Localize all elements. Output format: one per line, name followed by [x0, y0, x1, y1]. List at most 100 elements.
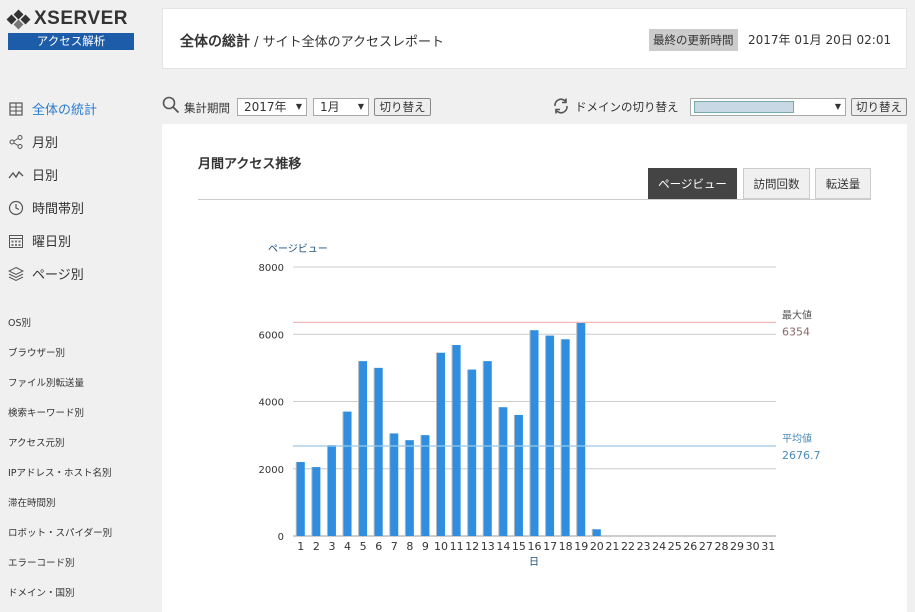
search-icon	[162, 96, 180, 114]
logo-brand: XSERVER	[34, 8, 128, 29]
sidebar-item-label: 日別	[32, 169, 59, 184]
bar	[561, 339, 570, 536]
sidebar-sub-item-7[interactable]: ロボット・スパイダー別	[8, 519, 158, 549]
line-chart-icon	[8, 167, 24, 183]
x-tick-label: 11	[450, 540, 464, 553]
last-updated-label: 最終の更新時間	[649, 29, 738, 51]
sidebar-item-label: 時間帯別	[32, 202, 85, 217]
period-switch-button[interactable]: 切り替え	[374, 98, 431, 116]
bar	[468, 369, 477, 536]
sidebar-item-label: 曜日別	[32, 235, 72, 250]
sidebar-sub-item-1[interactable]: ブラウザー別	[8, 339, 158, 369]
bar	[546, 335, 555, 536]
clock-icon	[8, 200, 24, 216]
page-header: 全体の総計 / サイト全体のアクセスレポート 最終の更新時間 2017年 01月…	[162, 8, 907, 69]
bar	[514, 414, 523, 536]
bar	[530, 330, 539, 536]
x-tick-label: 5	[360, 540, 367, 553]
y-tick-label: 4000	[259, 398, 284, 409]
bar	[343, 411, 352, 536]
y-tick-label: 6000	[259, 330, 284, 341]
share-icon	[8, 134, 24, 150]
bar	[437, 352, 446, 536]
reference-line-label: 最大値	[782, 308, 812, 321]
logo[interactable]: XSERVER アクセス解析	[6, 8, 134, 50]
x-tick-label: 6	[375, 540, 382, 553]
x-tick-label: 27	[699, 540, 713, 553]
x-tick-label: 29	[730, 540, 744, 553]
x-tick-label: 7	[391, 540, 398, 553]
bar	[312, 467, 321, 536]
x-tick-label: 3	[328, 540, 335, 553]
sidebar-item-2[interactable]: 日別	[8, 158, 158, 191]
sidebar-sub-item-9[interactable]: ドメイン・国別	[8, 579, 158, 609]
building-icon	[8, 101, 24, 117]
layers-icon	[8, 266, 24, 282]
domain-select[interactable]: ▼	[690, 98, 846, 116]
page-subtitle: / サイト全体のアクセスレポート	[254, 35, 445, 50]
sidebar-sub-item-0[interactable]: OS別	[8, 309, 158, 339]
sidebar-sub-item-4[interactable]: アクセス元別	[8, 429, 158, 459]
sidebar-item-0[interactable]: 全体の統計	[8, 92, 158, 125]
x-tick-label: 12	[465, 540, 479, 553]
reference-line-label: 平均値	[782, 432, 812, 445]
bar	[296, 462, 305, 536]
x-tick-label: 17	[543, 540, 557, 553]
month-select-value: 1月	[320, 100, 340, 114]
sidebar-sub-item-8[interactable]: エラーコード別	[8, 549, 158, 579]
x-tick-label: 14	[496, 540, 510, 553]
filter-bar: 集計期間 2017年 ▼ 1月 ▼ 切り替え ドメインの切り替え ▼ 切り替え	[162, 96, 907, 118]
sidebar-item-label: 月別	[32, 136, 59, 151]
sidebar-sub-item-6[interactable]: 滞在時間別	[8, 489, 158, 519]
x-tick-label: 23	[637, 540, 651, 553]
bar	[390, 433, 399, 536]
x-tick-label: 22	[621, 540, 635, 553]
bar	[421, 435, 430, 536]
bar	[577, 322, 586, 536]
sidebar-item-5[interactable]: ページ別	[8, 257, 158, 290]
x-tick-label: 9	[422, 540, 429, 553]
domain-switch-button[interactable]: 切り替え	[851, 98, 907, 116]
domain-switch-label: ドメインの切り替え	[575, 100, 679, 114]
pageview-bar-chart: ページビュー020004000600080001 2 3 4 5 6 7 8 9 10 11 12 13…	[259, 243, 821, 568]
page-title: 全体の総計	[180, 34, 250, 50]
month-select[interactable]: 1月 ▼	[313, 98, 369, 116]
page-title-block: 全体の総計 / サイト全体のアクセスレポート	[180, 31, 444, 51]
year-select[interactable]: 2017年 ▼	[237, 98, 307, 116]
sidebar-item-1[interactable]: 月別	[8, 125, 158, 158]
bar	[452, 345, 461, 536]
y-tick-label: 0	[278, 532, 284, 543]
period-label: 集計期間	[184, 101, 230, 115]
logo-subtitle: アクセス解析	[8, 33, 134, 50]
x-tick-label: 20	[590, 540, 604, 553]
bar	[405, 440, 414, 536]
last-updated-value: 2017年 01月 20日 02:01	[748, 33, 892, 47]
sidebar-sub-item-5[interactable]: IPアドレス・ホスト名別	[8, 459, 158, 489]
x-tick-label: 1	[297, 540, 304, 553]
x-tick-label: 10	[434, 540, 448, 553]
y-axis-label: ページビュー	[268, 243, 328, 255]
chevron-down-icon: ▼	[834, 102, 841, 111]
refresh-icon	[554, 98, 568, 114]
bar	[483, 361, 492, 536]
sidebar-item-3[interactable]: 時間帯別	[8, 191, 158, 224]
x-tick-label: 21	[605, 540, 619, 553]
x-tick-label: 30	[746, 540, 760, 553]
x-tick-label: 15	[512, 540, 526, 553]
sidebar-sub-item-3[interactable]: 検索キーワード別	[8, 399, 158, 429]
sidebar-item-label: ページ別	[32, 268, 84, 283]
bar	[499, 407, 508, 536]
y-tick-label: 8000	[259, 263, 284, 274]
sidebar-item-4[interactable]: 曜日別	[8, 224, 158, 257]
chevron-down-icon: ▼	[295, 102, 302, 111]
x-tick-label: 8	[406, 540, 413, 553]
bar	[359, 361, 368, 536]
sidebar-sub-item-2[interactable]: ファイル別転送量	[8, 369, 158, 399]
reference-line-value: 6354	[782, 325, 810, 338]
sidebar-item-label: 全体の統計	[32, 103, 98, 118]
x-tick-label: 18	[559, 540, 573, 553]
domain-select-value	[694, 101, 794, 113]
x-tick-label: 28	[714, 540, 728, 553]
x-axis-label: 日	[529, 557, 539, 568]
year-select-value: 2017年	[244, 100, 287, 114]
